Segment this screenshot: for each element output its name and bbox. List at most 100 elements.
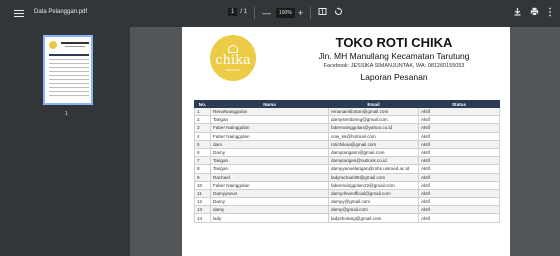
table-row: 12 Damy damyy@gmail.com Aktif xyxy=(194,197,500,207)
cell-email: damyyanuelarigan@mhs.unimed.ac.id xyxy=(328,164,419,174)
cell-name: Tarigan xyxy=(210,164,329,174)
zoom-in-button[interactable]: + xyxy=(298,7,303,19)
table-row: 8 Tarigan damyyanuelarigan@mhs.unimed.ac.i… xyxy=(194,164,500,174)
thumbnail-sidebar: 1 xyxy=(0,27,130,256)
cell-no: 2 xyxy=(194,115,211,125)
cell-no: 5 xyxy=(194,139,211,149)
cell-email: ladyrachael36@gmail.com xyxy=(328,172,419,182)
more-options-icon[interactable] xyxy=(548,7,552,20)
cell-name: dam xyxy=(210,139,329,149)
cell-name: RenaNainggolan xyxy=(210,106,329,117)
cell-name: Damy xyxy=(210,197,329,207)
shop-address: Jln. MH Manullang Kecamatan Tarutung xyxy=(318,51,470,61)
document-viewer[interactable]: chika ROTI CHIKA TOKO ROTI CHIKA Jln. MH… xyxy=(130,27,560,256)
cell-name: damy xyxy=(210,205,329,215)
table-row: 9 Rachael ladyrachael36@gmail.com Aktif xyxy=(194,172,500,182)
page-total: / 1 xyxy=(240,9,248,15)
table-row: 11 Damyyanus damydriveofficial@gmail.com Ak… xyxy=(194,188,500,199)
orders-table: No. Nama Email Status 1 RenaNainggolan ren… xyxy=(194,100,500,223)
cell-no: 10 xyxy=(194,180,211,190)
cell-status: Aktif xyxy=(418,197,500,207)
cell-status: Aktif xyxy=(418,106,500,117)
cell-email: ladyshotang@gmail.com xyxy=(328,213,419,223)
column-header-email: Email xyxy=(328,100,419,108)
zoom-level-input[interactable]: 100% xyxy=(276,8,295,18)
cell-name: lady xyxy=(210,213,329,223)
cell-name: Damyyanus xyxy=(210,188,329,199)
download-icon[interactable] xyxy=(513,7,522,19)
chef-hat-icon xyxy=(228,44,238,53)
logo-text: chika xyxy=(215,52,251,68)
cell-email: fabernainggolan22@gmail.com xyxy=(328,180,419,190)
fit-page-icon[interactable] xyxy=(318,7,327,19)
cell-email: rotichikaa@gmail.com xyxy=(328,139,419,149)
cell-no: 1 xyxy=(194,106,211,117)
cell-name: Tarigan xyxy=(210,115,329,125)
logo-subtext: ROTI CHIKA xyxy=(225,68,241,72)
zoom-out-button[interactable]: — xyxy=(262,7,271,19)
toolbar-divider xyxy=(254,7,255,19)
column-header-name: Nama xyxy=(210,100,329,108)
table-row: 5 dam rotichikaa@gmail.com Aktif xyxy=(194,139,500,149)
print-icon[interactable] xyxy=(530,7,539,19)
cell-no: 3 xyxy=(194,123,211,133)
cell-email: damyy@gmail.com xyxy=(328,197,419,207)
thumbnail-page-number: 1 xyxy=(65,111,68,117)
shop-title: TOKO ROTI CHIKA xyxy=(335,35,453,50)
pdf-page: chika ROTI CHIKA TOKO ROTI CHIKA Jln. MH… xyxy=(182,27,510,256)
page-number-input[interactable]: 1 xyxy=(228,8,238,16)
cell-email: damytarigan@outlook.co.id xyxy=(328,156,419,166)
shop-contact: Facebook: JESSIKA SIMANJUNTAK, WA: 08126… xyxy=(323,63,465,69)
cell-no: 14 xyxy=(194,213,211,223)
page-indicator: 1 / 1 xyxy=(228,8,247,16)
cell-status: Aktif xyxy=(418,147,500,158)
table-row: 6 Damy damytarigann@gmail.com Aktif xyxy=(194,147,500,158)
cell-status: Aktif xyxy=(418,164,500,174)
cell-name: Faber Nainggolan xyxy=(210,131,329,141)
cell-no: 6 xyxy=(194,147,211,158)
cell-email: damy@gmail.com xyxy=(328,205,419,215)
menu-icon[interactable] xyxy=(14,8,24,18)
cell-status: Aktif xyxy=(418,156,500,166)
table-row: 7 Tarigan damytarigan@outlook.co.id Aktif xyxy=(194,156,500,166)
column-header-no: No. xyxy=(194,100,211,108)
cell-status: Aktif xyxy=(418,172,500,182)
table-row: 13 damy damy@gmail.com Aktif xyxy=(194,205,500,215)
shop-logo: chika ROTI CHIKA xyxy=(210,35,256,81)
cell-status: Aktif xyxy=(418,180,500,190)
cell-no: 12 xyxy=(194,197,211,207)
rotate-icon[interactable] xyxy=(334,7,343,19)
cell-email: fabernainggolan@yahoo.co.id xyxy=(328,123,419,133)
table-row: 3 Faber Nainggolan fabernainggolan@yahoo.c… xyxy=(194,123,500,133)
table-row: 1 RenaNainggolan renanainkbotan@gmail.com A… xyxy=(194,106,500,117)
cell-email: damytarigann@gmail.com xyxy=(328,147,419,158)
cell-status: Aktif xyxy=(418,139,500,149)
cell-name: Damy xyxy=(210,147,329,158)
cell-status: Aktif xyxy=(418,115,500,125)
cell-status: Aktif xyxy=(418,123,500,133)
cell-no: 4 xyxy=(194,131,211,141)
cell-status: Aktif xyxy=(418,205,500,215)
cell-email: damysembiring@gmail.com xyxy=(328,115,419,125)
cell-no: 13 xyxy=(194,205,211,215)
cell-status: Aktif xyxy=(418,188,500,199)
cell-no: 7 xyxy=(194,156,211,166)
cell-status: Aktif xyxy=(418,131,500,141)
cell-no: 9 xyxy=(194,172,211,182)
pdf-toolbar: Data Pelanggan.pdf 1 / 1 — 100% + xyxy=(0,0,560,27)
cell-no: 8 xyxy=(194,164,211,174)
page-thumbnail[interactable] xyxy=(43,35,93,105)
table-row: 10 Faber Nainggolan fabernainggolan22@gmai… xyxy=(194,180,500,190)
cell-status: Aktif xyxy=(418,213,500,223)
table-body: 1 RenaNainggolan renanainkbotan@gmail.com A… xyxy=(194,106,500,223)
cell-email: renanainkbotan@gmail.com xyxy=(328,106,419,117)
cell-no: 11 xyxy=(194,188,211,199)
cell-email: damydriveofficial@gmail.com xyxy=(328,188,419,199)
table-row: 14 lady ladyshotang@gmail.com Aktif xyxy=(194,213,500,223)
column-header-status: Status xyxy=(418,100,500,108)
toolbar-divider xyxy=(310,7,311,19)
cell-email: cow_ks@hotmail.com xyxy=(328,131,419,141)
cell-name: Faber Nainggolan xyxy=(210,123,329,133)
cell-name: Rachael xyxy=(210,172,329,182)
document-title: Data Pelanggan.pdf xyxy=(34,9,88,15)
